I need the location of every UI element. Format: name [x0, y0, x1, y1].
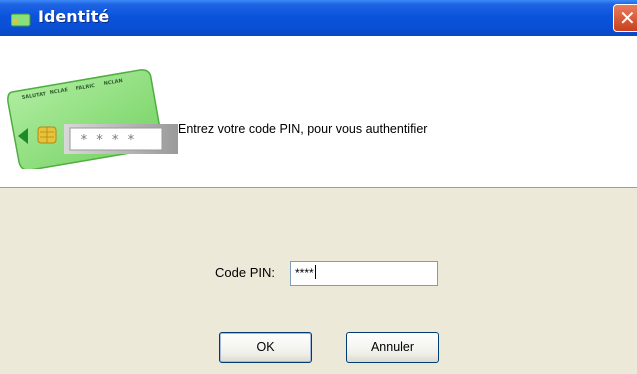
title-bar[interactable]: Identité ✕ [0, 0, 637, 36]
pin-label: Code PIN: [215, 265, 275, 280]
close-button[interactable]: ✕ [613, 4, 637, 32]
id-card-icon [11, 13, 31, 27]
pin-input-field[interactable]: **** [290, 261, 438, 286]
header-banner: SALUTAT NCLAE FALRIC NCLAN * * * * Entre… [0, 36, 637, 188]
ok-button[interactable]: OK [219, 332, 312, 363]
instruction-text: Entrez votre code PIN, pour vous authent… [178, 122, 428, 136]
window-title: Identité [38, 7, 110, 26]
dialog-content: Code PIN: **** OK Annuler [0, 188, 637, 374]
masked-pin-display: * * * * [80, 133, 135, 148]
smart-card-illustration: SALUTAT NCLAE FALRIC NCLAN * * * * [7, 69, 178, 169]
close-icon: ✕ [619, 6, 636, 30]
cancel-button[interactable]: Annuler [346, 332, 439, 363]
pin-input-value: **** [295, 266, 314, 280]
text-caret [314, 265, 316, 279]
